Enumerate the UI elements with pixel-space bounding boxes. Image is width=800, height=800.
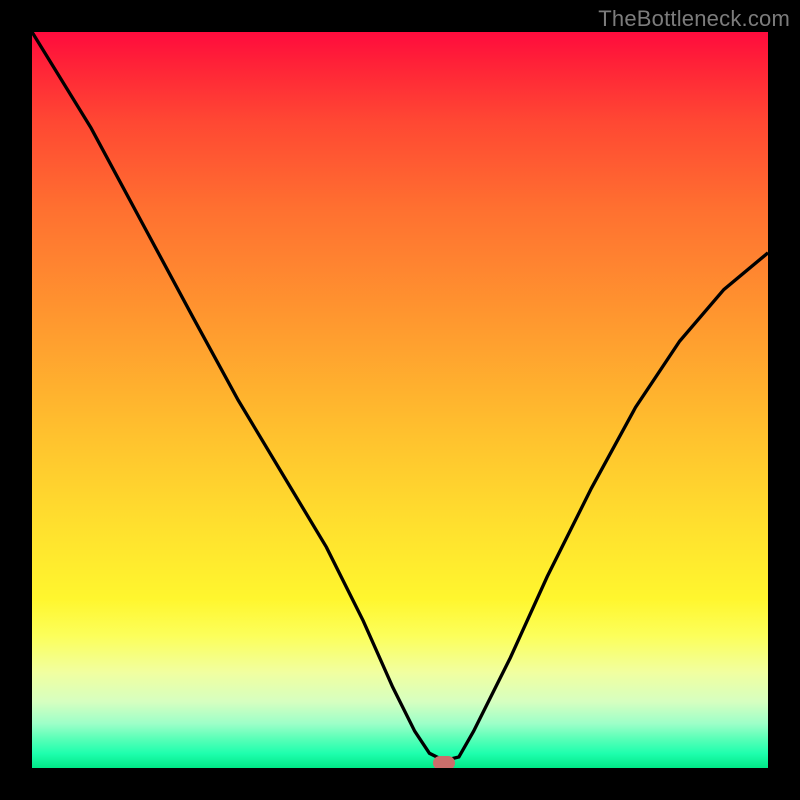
plot-area bbox=[32, 32, 768, 768]
optimal-point-marker bbox=[433, 756, 455, 768]
curve-layer bbox=[32, 32, 768, 768]
bottleneck-chart: TheBottleneck.com bbox=[0, 0, 800, 800]
bottleneck-curve-path bbox=[32, 32, 768, 761]
watermark-text: TheBottleneck.com bbox=[598, 6, 790, 32]
